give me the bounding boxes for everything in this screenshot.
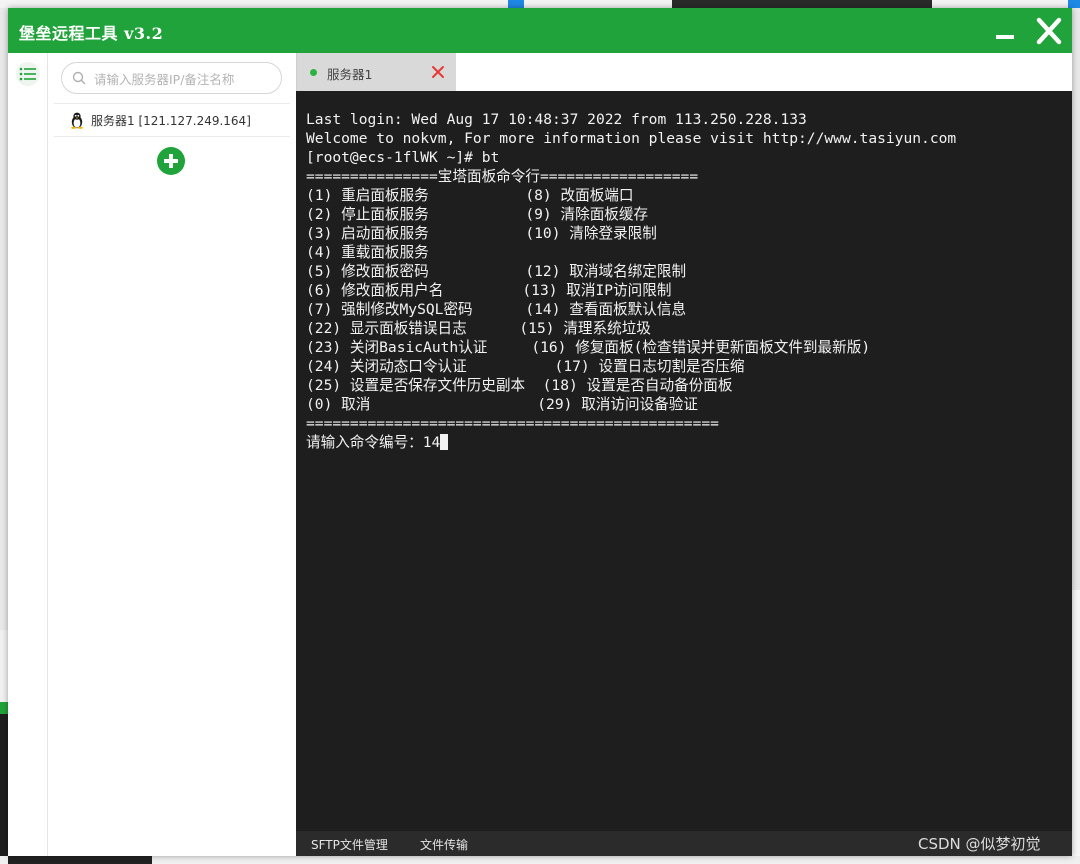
search-icon	[72, 71, 86, 85]
tab-server-1[interactable]: 服务器1	[296, 53, 456, 91]
title-bar[interactable]: 堡垒远程工具 v3.2	[8, 8, 1072, 53]
terminal-line: (5) 修改面板密码 (12) 取消域名绑定限制	[306, 263, 687, 280]
terminal-line: (25) 设置是否保存文件历史副本 (18) 设置是否自动备份面板	[306, 377, 733, 394]
terminal-line: ===============宝塔面板命令行==================	[306, 168, 699, 185]
terminal-line: (2) 停止面板服务 (9) 清除面板缓存	[306, 206, 649, 223]
desktop-background-window	[1068, 0, 1080, 8]
desktop-background-window	[0, 714, 8, 864]
close-window-button[interactable]	[1032, 14, 1066, 48]
terminal-line: (1) 重启面板服务 (8) 改面板端口	[306, 187, 634, 204]
terminal-prompt-line: 请输入命令编号：14	[306, 433, 449, 452]
terminal-line: (24) 关闭动态口令认证 (17) 设置日志切割是否压缩	[306, 358, 745, 375]
plus-circle-icon	[169, 154, 173, 168]
terminal-line: (3) 启动面板服务 (10) 清除登录限制	[306, 225, 657, 242]
session-tab-bar: 服务器1	[296, 53, 1072, 91]
search-input[interactable]	[92, 68, 276, 90]
search-box[interactable]	[61, 62, 282, 94]
terminal-line: Welcome to nokvm, For more information p…	[306, 130, 957, 147]
tab-label: 服务器1	[327, 67, 373, 82]
terminal-console[interactable]: Last login: Wed Aug 17 10:48:37 2022 fro…	[296, 91, 1072, 831]
minimize-icon	[996, 35, 1014, 39]
close-icon	[1036, 17, 1062, 45]
watermark: CSDN @似梦初觉	[918, 835, 1041, 853]
app-window: 堡垒远程工具 v3.2 请输入服务器IP/备注名称 服务器1 [121.127.…	[8, 8, 1072, 856]
server-list-item[interactable]: 服务器1 [121.127.249.164]	[54, 103, 290, 137]
connection-status-dot	[310, 69, 317, 76]
add-server-button[interactable]	[157, 147, 185, 175]
terminal-cursor	[440, 434, 449, 450]
linux-penguin-icon	[71, 112, 83, 129]
minimize-button[interactable]	[990, 16, 1020, 46]
terminal-line: (23) 关闭BasicAuth认证 (16) 修复面板(检查错误并更新面板文件…	[306, 339, 871, 356]
desktop-background-window	[8, 856, 152, 864]
terminal-line: (6) 修改面板用户名 (13) 取消IP访问限制	[306, 282, 672, 299]
tab-sftp-file-manager[interactable]: SFTP文件管理	[311, 836, 388, 853]
tab-file-transfer[interactable]: 文件传输	[420, 836, 468, 853]
desktop-background-window	[672, 0, 932, 8]
list-menu-icon	[19, 67, 36, 81]
terminal-prompt-text: 请输入命令编号：14	[306, 434, 441, 451]
window-title: 堡垒远程工具 v3.2	[19, 24, 164, 43]
menu-toggle-button[interactable]	[16, 62, 40, 86]
terminal-line: Last login: Wed Aug 17 10:48:37 2022 fro…	[306, 111, 807, 128]
terminal-line: ========================================…	[306, 415, 719, 432]
close-tab-icon[interactable]	[431, 65, 445, 79]
desktop-background-window	[0, 702, 8, 714]
server-panel: 服务器1 [121.127.249.164]	[48, 53, 296, 856]
server-label: 服务器1 [121.127.249.164]	[91, 114, 251, 128]
desktop-background-window	[508, 0, 524, 8]
icon-rail	[8, 53, 48, 856]
terminal-line: (22) 显示面板错误日志 (15) 清理系统垃圾	[306, 320, 651, 337]
terminal-line: (0) 取消 (29) 取消访问设备验证	[306, 396, 698, 413]
terminal-line: (4) 重载面板服务	[306, 244, 429, 261]
terminal-line: [root@ecs-1flWK ~]# bt	[306, 149, 500, 166]
terminal-line: (7) 强制修改MySQL密码 (14) 查看面板默认信息	[306, 301, 687, 318]
desktop-background-window	[1072, 590, 1080, 864]
desktop-background	[0, 856, 1080, 864]
